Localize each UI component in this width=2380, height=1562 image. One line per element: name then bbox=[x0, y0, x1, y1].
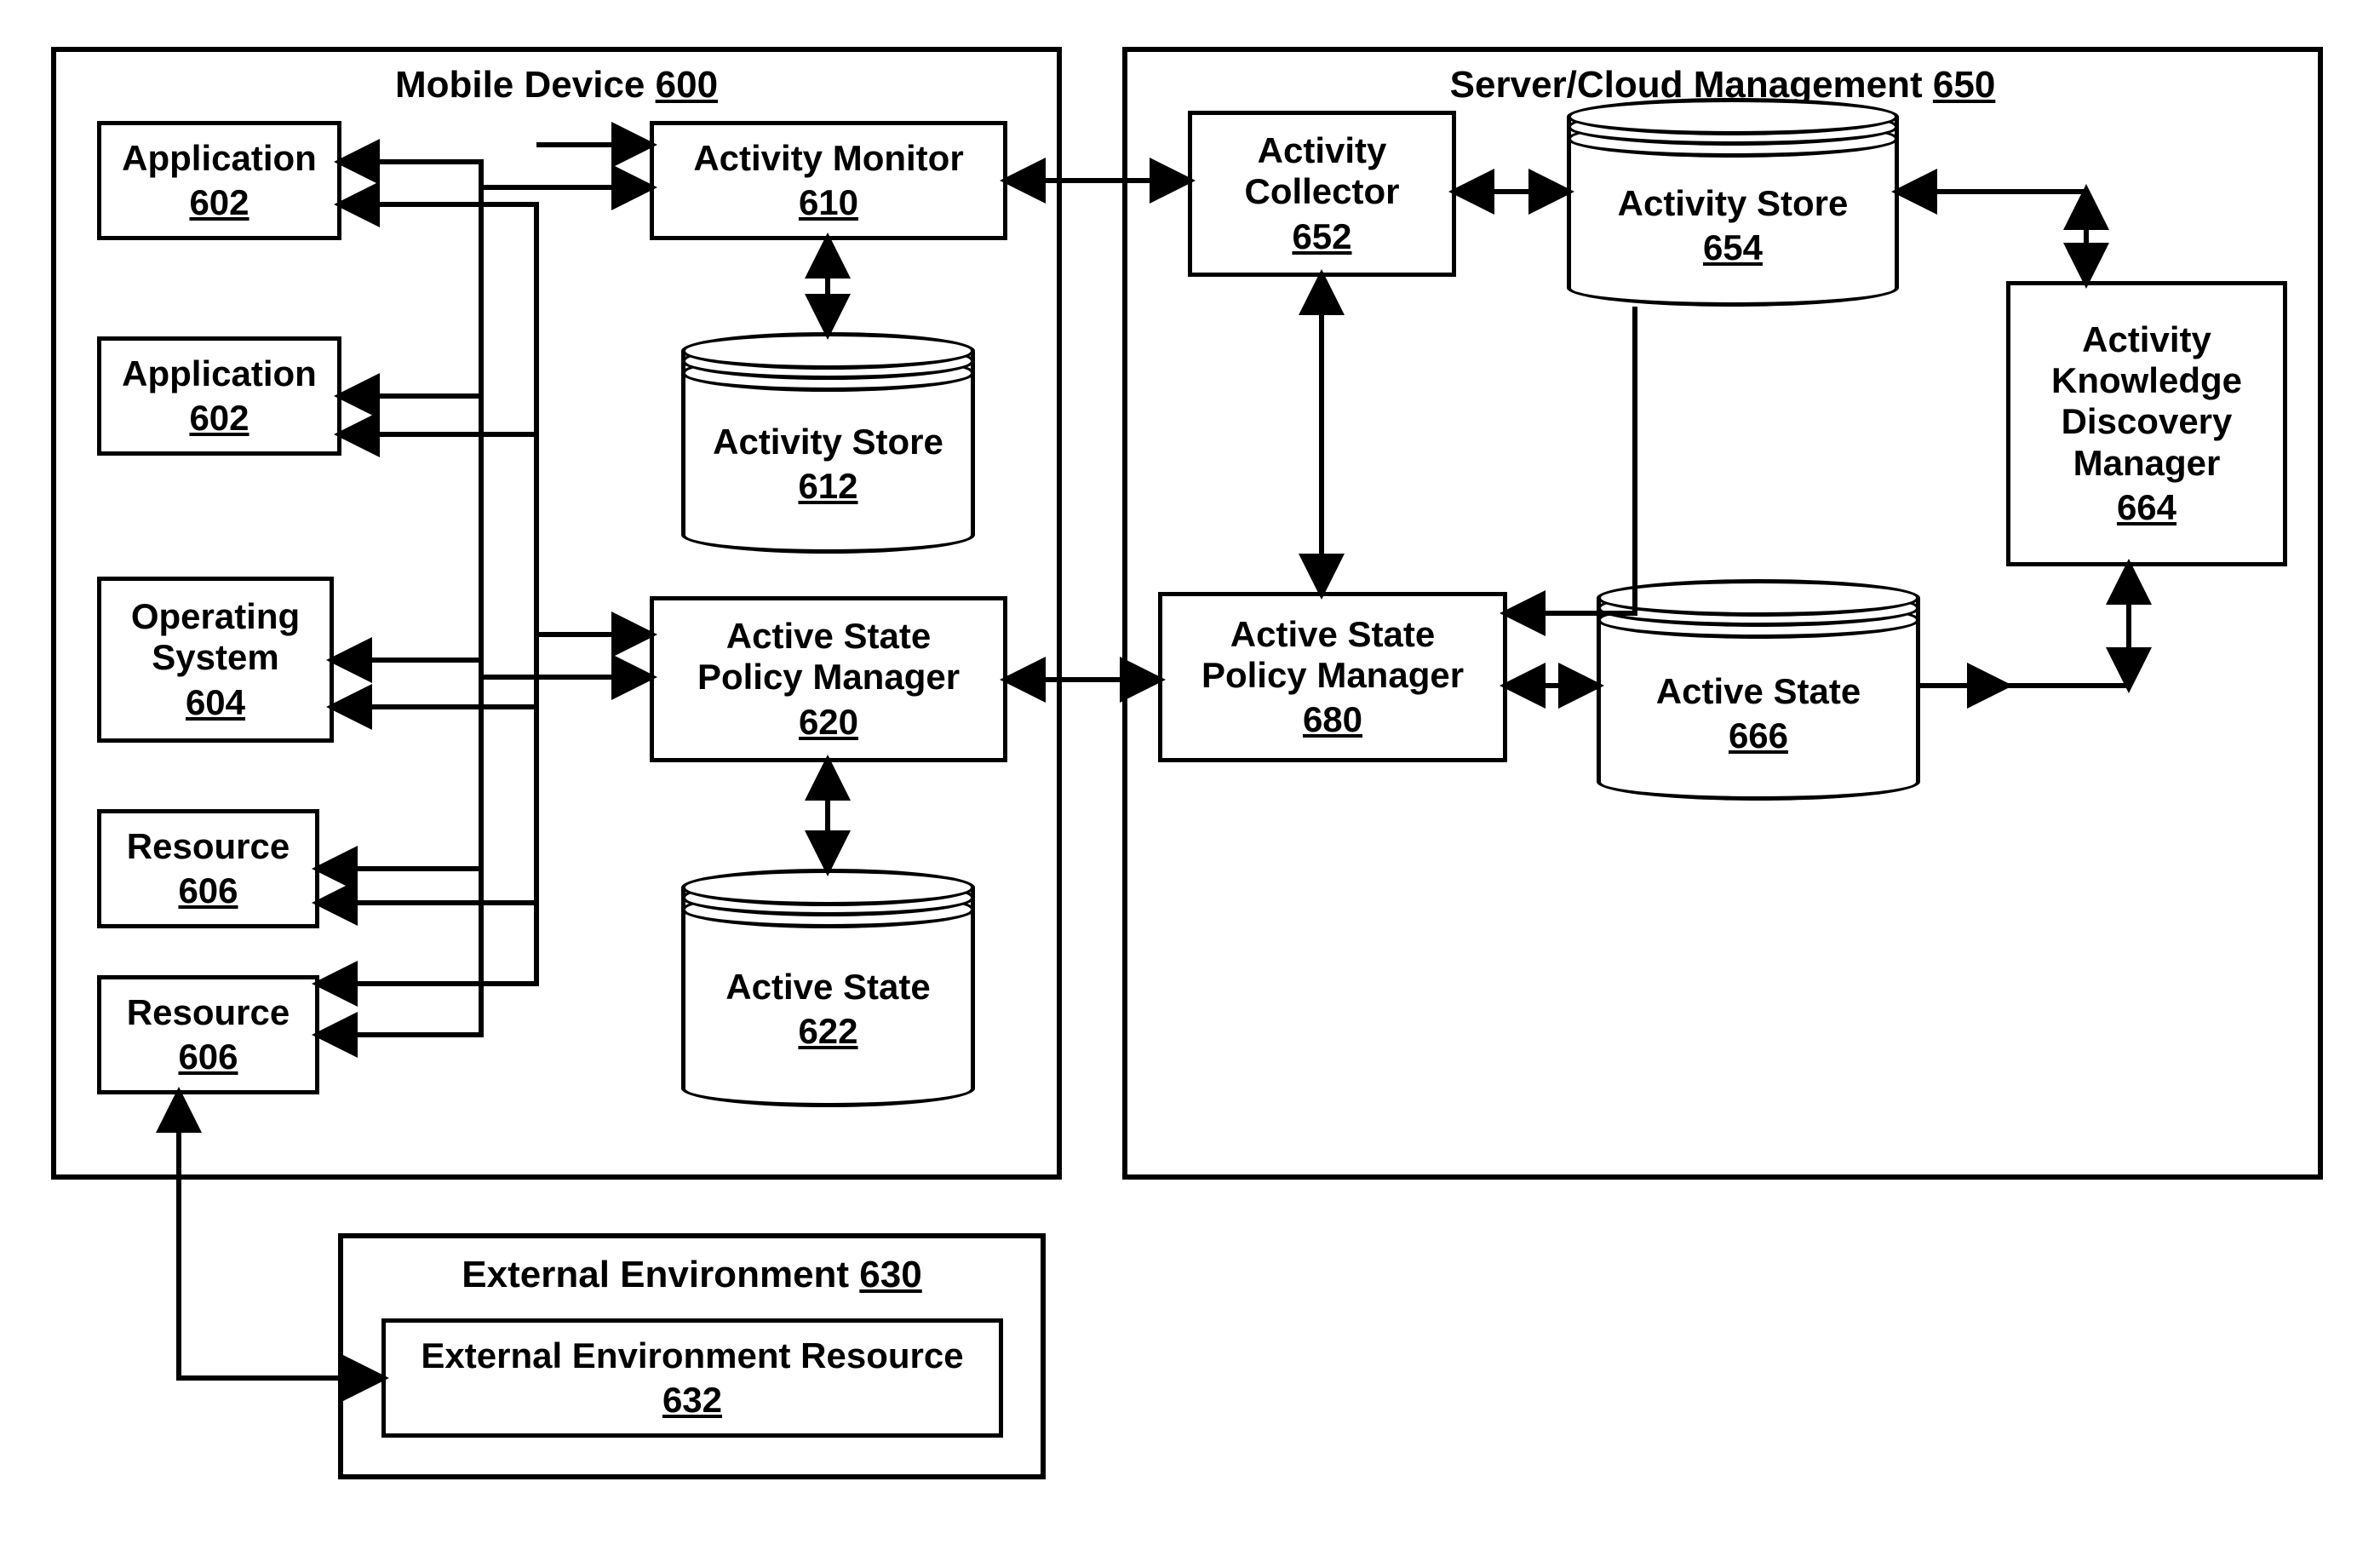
cyl-activestate-m-label: Active State bbox=[725, 967, 930, 1007]
box-resource-2-label: Resource bbox=[127, 992, 290, 1033]
panel-title-mobile-num: 600 bbox=[656, 64, 718, 106]
box-external-env-resource: External Environment Resource 632 bbox=[381, 1318, 1003, 1438]
box-application-2-num: 602 bbox=[189, 398, 249, 439]
box-actmon-label: Activity Monitor bbox=[693, 138, 963, 179]
box-application-2-label: Application bbox=[122, 353, 317, 394]
box-os-label: Operating System bbox=[131, 596, 300, 679]
cyl-actstore-s-num: 654 bbox=[1567, 227, 1899, 268]
panel-title-external-num: 630 bbox=[859, 1254, 921, 1295]
panel-title-mobile: Mobile Device 600 bbox=[56, 64, 1057, 106]
box-active-state-policy-manager-server: Active State Policy Manager 680 bbox=[1158, 592, 1507, 762]
panel-title-external-label: External Environment bbox=[462, 1254, 849, 1295]
cyl-actstore-m-label: Activity Store bbox=[713, 422, 943, 462]
box-aspm-s-label: Active State Policy Manager bbox=[1201, 614, 1464, 697]
box-actmon-num: 610 bbox=[799, 182, 858, 223]
panel-title-server-num: 650 bbox=[1933, 64, 1995, 106]
box-resource-2-num: 606 bbox=[178, 1037, 238, 1077]
box-resource-2: Resource 606 bbox=[97, 975, 319, 1094]
box-resource-1-label: Resource bbox=[127, 826, 290, 867]
box-aspm-m-num: 620 bbox=[799, 702, 858, 743]
diagram-canvas: Mobile Device 600 Server/Cloud Managemen… bbox=[0, 0, 2380, 1562]
box-operating-system: Operating System 604 bbox=[97, 577, 334, 743]
cyl-activestate-m-num: 622 bbox=[681, 1011, 975, 1052]
cyl-activestate-s-label: Active State bbox=[1656, 671, 1861, 711]
box-application-2: Application 602 bbox=[97, 336, 341, 456]
cylinder-active-state-server: Active State 666 bbox=[1597, 579, 1920, 801]
box-application-1-label: Application bbox=[122, 138, 317, 179]
box-activity-knowledge-discovery-manager: Activity Knowledge Discovery Manager 664 bbox=[2006, 281, 2287, 566]
box-activity-monitor: Activity Monitor 610 bbox=[650, 121, 1007, 240]
box-extres-num: 632 bbox=[662, 1380, 722, 1421]
box-akdm-label: Activity Knowledge Discovery Manager bbox=[2051, 319, 2242, 484]
box-actcoll-num: 652 bbox=[1292, 216, 1351, 257]
cyl-actstore-s-label: Activity Store bbox=[1618, 183, 1849, 223]
cyl-actstore-m-num: 612 bbox=[681, 466, 975, 507]
box-activity-collector: Activity Collector 652 bbox=[1188, 111, 1456, 277]
box-os-num: 604 bbox=[186, 682, 245, 723]
panel-title-external: External Environment 630 bbox=[343, 1254, 1041, 1296]
cylinder-active-state-mobile: Active State 622 bbox=[681, 869, 975, 1107]
box-resource-1: Resource 606 bbox=[97, 809, 319, 928]
cyl-activestate-s-num: 666 bbox=[1597, 715, 1920, 756]
cylinder-activity-store-server: Activity Store 654 bbox=[1567, 98, 1899, 307]
box-aspm-s-num: 680 bbox=[1303, 699, 1362, 740]
box-application-1-num: 602 bbox=[189, 182, 249, 223]
panel-title-mobile-label: Mobile Device bbox=[395, 64, 645, 106]
box-actcoll-label: Activity Collector bbox=[1244, 130, 1399, 213]
box-active-state-policy-manager-mobile: Active State Policy Manager 620 bbox=[650, 596, 1007, 762]
box-resource-1-num: 606 bbox=[178, 870, 238, 911]
box-extres-label: External Environment Resource bbox=[421, 1335, 963, 1376]
box-akdm-num: 664 bbox=[2117, 487, 2176, 528]
cylinder-activity-store-mobile: Activity Store 612 bbox=[681, 332, 975, 554]
box-application-1: Application 602 bbox=[97, 121, 341, 240]
box-aspm-m-label: Active State Policy Manager bbox=[697, 616, 960, 698]
